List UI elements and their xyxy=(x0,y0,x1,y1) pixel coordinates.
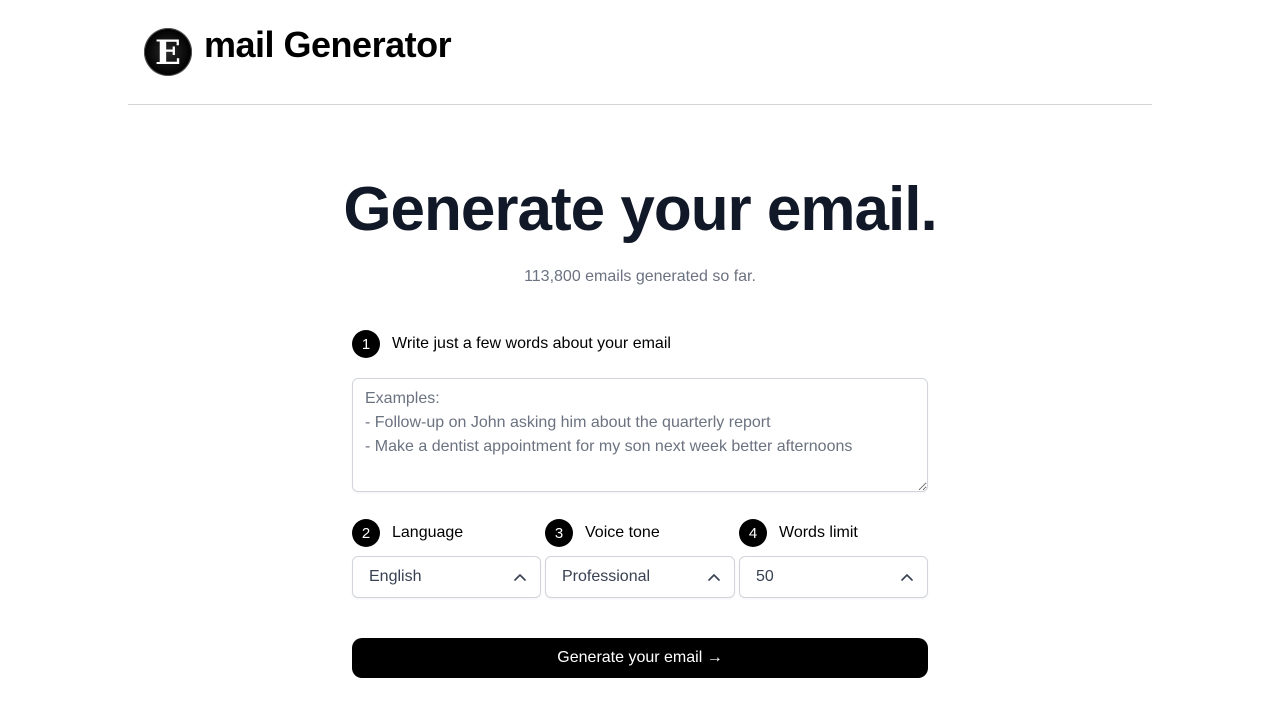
generate-email-button[interactable]: Generate your email → xyxy=(352,638,928,678)
step-label: Words limit xyxy=(779,524,858,541)
chevron-up-icon xyxy=(514,574,526,581)
page-title: Generate your email. xyxy=(343,175,937,244)
step-label: Write just a few words about your email xyxy=(392,335,671,352)
email-description-input[interactable] xyxy=(352,378,928,492)
step-language: 2 Language xyxy=(352,519,463,547)
voice-tone-select[interactable]: Professional xyxy=(545,556,735,598)
step-number-badge: 4 xyxy=(739,519,767,547)
words-limit-select-value: 50 xyxy=(756,568,774,585)
emails-generated-counter: 113,800 emails generated so far. xyxy=(524,268,756,285)
step-words-limit: 4 Words limit xyxy=(739,519,858,547)
logo[interactable]: E xyxy=(144,28,192,76)
chevron-up-icon xyxy=(901,574,913,581)
step-voice-tone: 3 Voice tone xyxy=(545,519,660,547)
step-number-badge: 3 xyxy=(545,519,573,547)
chevron-up-icon xyxy=(708,574,720,581)
site-header: E mail Generator xyxy=(128,0,1152,105)
logo-letter: E xyxy=(155,33,181,73)
step-number-badge: 2 xyxy=(352,519,380,547)
step-label: Voice tone xyxy=(585,524,660,541)
app-title: mail Generator xyxy=(204,24,452,65)
step-label: Language xyxy=(392,524,464,541)
step-number-badge: 1 xyxy=(352,330,380,358)
language-select-value: English xyxy=(369,568,422,585)
words-limit-select[interactable]: 50 xyxy=(739,556,928,598)
language-select[interactable]: English xyxy=(352,556,541,598)
voice-tone-select-value: Professional xyxy=(562,568,651,585)
step-describe: 1 Write just a few words about your emai… xyxy=(352,330,671,358)
